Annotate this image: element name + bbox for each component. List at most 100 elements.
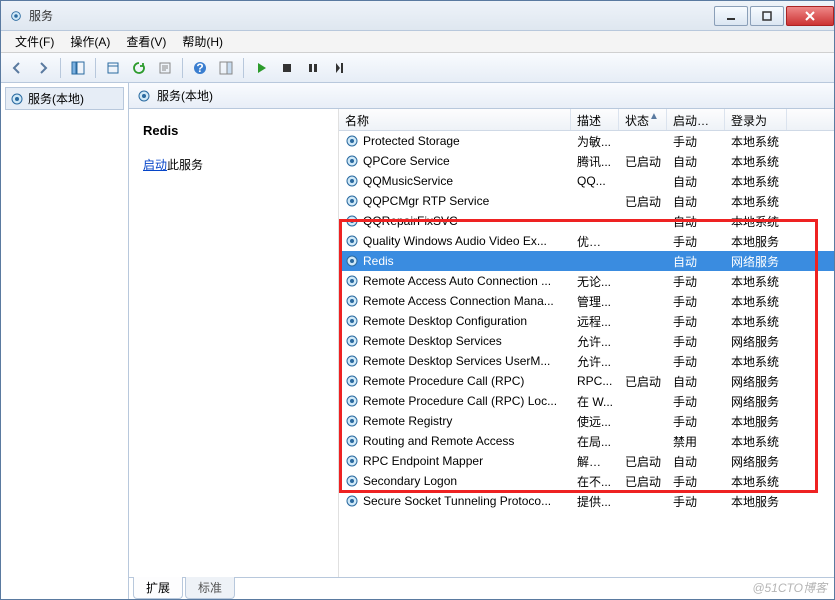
refresh-button[interactable] <box>127 56 151 80</box>
menu-action[interactable]: 操作(A) <box>62 31 118 52</box>
service-row[interactable]: QPCore Service腾讯...已启动自动本地系统 <box>339 151 834 171</box>
service-row[interactable]: Quality Windows Audio Video Ex...优质 ...手… <box>339 231 834 251</box>
toolbar: ? <box>1 53 834 83</box>
watermark: @51CTO博客 <box>752 579 827 596</box>
col-logon[interactable]: 登录为 <box>725 109 787 130</box>
tree-pane[interactable]: 服务(本地) <box>1 83 129 599</box>
service-row[interactable]: Remote Registry使远...手动本地服务 <box>339 411 834 431</box>
properties-button[interactable] <box>101 56 125 80</box>
window-title: 服务 <box>29 7 712 24</box>
maximize-button[interactable] <box>750 6 784 26</box>
show-hide-tree-button[interactable] <box>66 56 90 80</box>
service-status <box>619 418 667 424</box>
service-status: 已启动 <box>619 150 667 173</box>
service-desc: 优质 ... <box>571 230 619 253</box>
services-icon <box>10 92 24 106</box>
toolbar-separator <box>243 58 244 78</box>
export-button[interactable] <box>153 56 177 80</box>
svg-text:?: ? <box>196 61 203 75</box>
service-icon <box>345 354 359 368</box>
titlebar[interactable]: 服务 <box>1 1 834 31</box>
service-row[interactable]: Protected Storage为敏...手动本地系统 <box>339 131 834 151</box>
details-panel: Redis 启动此服务 <box>129 109 339 577</box>
help-button[interactable]: ? <box>188 56 212 80</box>
service-row[interactable]: Secondary Logon在不...已启动手动本地系统 <box>339 471 834 491</box>
services-window: 服务 文件(F) 操作(A) 查看(V) 帮助(H) ? <box>0 0 835 600</box>
menu-help[interactable]: 帮助(H) <box>174 31 231 52</box>
pause-service-button[interactable] <box>301 56 325 80</box>
service-desc <box>571 198 619 204</box>
menu-view[interactable]: 查看(V) <box>118 31 174 52</box>
service-desc: 提供... <box>571 490 619 513</box>
service-name: Remote Access Connection Mana... <box>363 294 554 308</box>
service-row[interactable]: RPC Endpoint Mapper解析 ...已启动自动网络服务 <box>339 451 834 471</box>
service-icon <box>345 174 359 188</box>
service-name: QPCore Service <box>363 154 450 168</box>
tree-root-item[interactable]: 服务(本地) <box>5 87 124 110</box>
window-controls <box>712 6 834 26</box>
sort-indicator-icon: ▲ <box>649 111 659 122</box>
app-icon <box>9 9 23 23</box>
service-status <box>619 398 667 404</box>
content-area: Redis 启动此服务 名称 ▲ 描述 状态 启动类型 登录为 <box>129 109 834 577</box>
service-row[interactable]: Routing and Remote Access在局...禁用本地系统 <box>339 431 834 451</box>
service-name: QQRepairFixSVC <box>363 214 458 228</box>
start-service-button[interactable] <box>249 56 273 80</box>
nav-fwd-button[interactable] <box>31 56 55 80</box>
toolbar-separator <box>182 58 183 78</box>
service-row[interactable]: Remote Access Auto Connection ...无论...手动… <box>339 271 834 291</box>
body: 服务(本地) 服务(本地) Redis 启动此服务 <box>1 83 834 599</box>
toolbar-separator <box>60 58 61 78</box>
service-name: Quality Windows Audio Video Ex... <box>363 234 547 248</box>
service-row[interactable]: Remote Procedure Call (RPC) Loc...在 W...… <box>339 391 834 411</box>
service-desc: 腾讯... <box>571 150 619 173</box>
service-icon <box>345 194 359 208</box>
list-header[interactable]: 名称 ▲ 描述 状态 启动类型 登录为 <box>339 109 834 131</box>
service-name: Protected Storage <box>363 134 460 148</box>
service-row[interactable]: Redis自动网络服务 <box>339 251 834 271</box>
service-row[interactable]: Secure Socket Tunneling Protoco...提供...手… <box>339 491 834 511</box>
service-status <box>619 438 667 444</box>
col-startup[interactable]: 启动类型 <box>667 109 725 130</box>
services-icon <box>137 89 151 103</box>
services-list: 名称 ▲ 描述 状态 启动类型 登录为 Protected Storage为敏.… <box>339 109 834 577</box>
service-row[interactable]: QQPCMgr RTP Service已启动自动本地系统 <box>339 191 834 211</box>
service-row[interactable]: Remote Desktop Services UserM...允许...手动本… <box>339 351 834 371</box>
minimize-button[interactable] <box>714 6 748 26</box>
service-name: Remote Desktop Configuration <box>363 314 527 328</box>
service-row[interactable]: Remote Desktop Configuration远程...手动本地系统 <box>339 311 834 331</box>
start-service-link[interactable]: 启动 <box>143 158 167 172</box>
service-icon <box>345 254 359 268</box>
service-status <box>619 498 667 504</box>
service-row[interactable]: Remote Desktop Services允许...手动网络服务 <box>339 331 834 351</box>
col-status[interactable]: 状态 <box>619 109 667 130</box>
close-button[interactable] <box>786 6 834 26</box>
service-name: Redis <box>363 254 394 268</box>
service-name: Remote Desktop Services UserM... <box>363 354 550 368</box>
tab-standard[interactable]: 标准 <box>185 577 235 599</box>
service-row[interactable]: Remote Access Connection Mana...管理...手动本… <box>339 291 834 311</box>
main-heading-label: 服务(本地) <box>157 87 213 104</box>
col-name[interactable]: 名称 <box>339 109 571 130</box>
action-pane-button[interactable] <box>214 56 238 80</box>
service-desc: 允许... <box>571 350 619 373</box>
list-rows[interactable]: Protected Storage为敏...手动本地系统 QPCore Servi… <box>339 131 834 577</box>
service-row[interactable]: QQRepairFixSVC自动本地系统 <box>339 211 834 231</box>
service-desc: RPC... <box>571 371 619 391</box>
restart-service-button[interactable] <box>327 56 351 80</box>
tree-root-label: 服务(本地) <box>28 90 84 107</box>
nav-back-button[interactable] <box>5 56 29 80</box>
service-row[interactable]: Remote Procedure Call (RPC)RPC...已启动自动网络… <box>339 371 834 391</box>
service-name: QQPCMgr RTP Service <box>363 194 489 208</box>
service-desc <box>571 218 619 224</box>
service-row[interactable]: QQMusicServiceQQ...自动本地系统 <box>339 171 834 191</box>
service-icon <box>345 314 359 328</box>
toolbar-separator <box>95 58 96 78</box>
tab-extended[interactable]: 扩展 <box>133 577 183 599</box>
service-name: Remote Registry <box>363 414 452 428</box>
menu-file[interactable]: 文件(F) <box>7 31 62 52</box>
stop-service-button[interactable] <box>275 56 299 80</box>
service-status <box>619 238 667 244</box>
service-icon <box>345 214 359 228</box>
col-desc[interactable]: 描述 <box>571 109 619 130</box>
